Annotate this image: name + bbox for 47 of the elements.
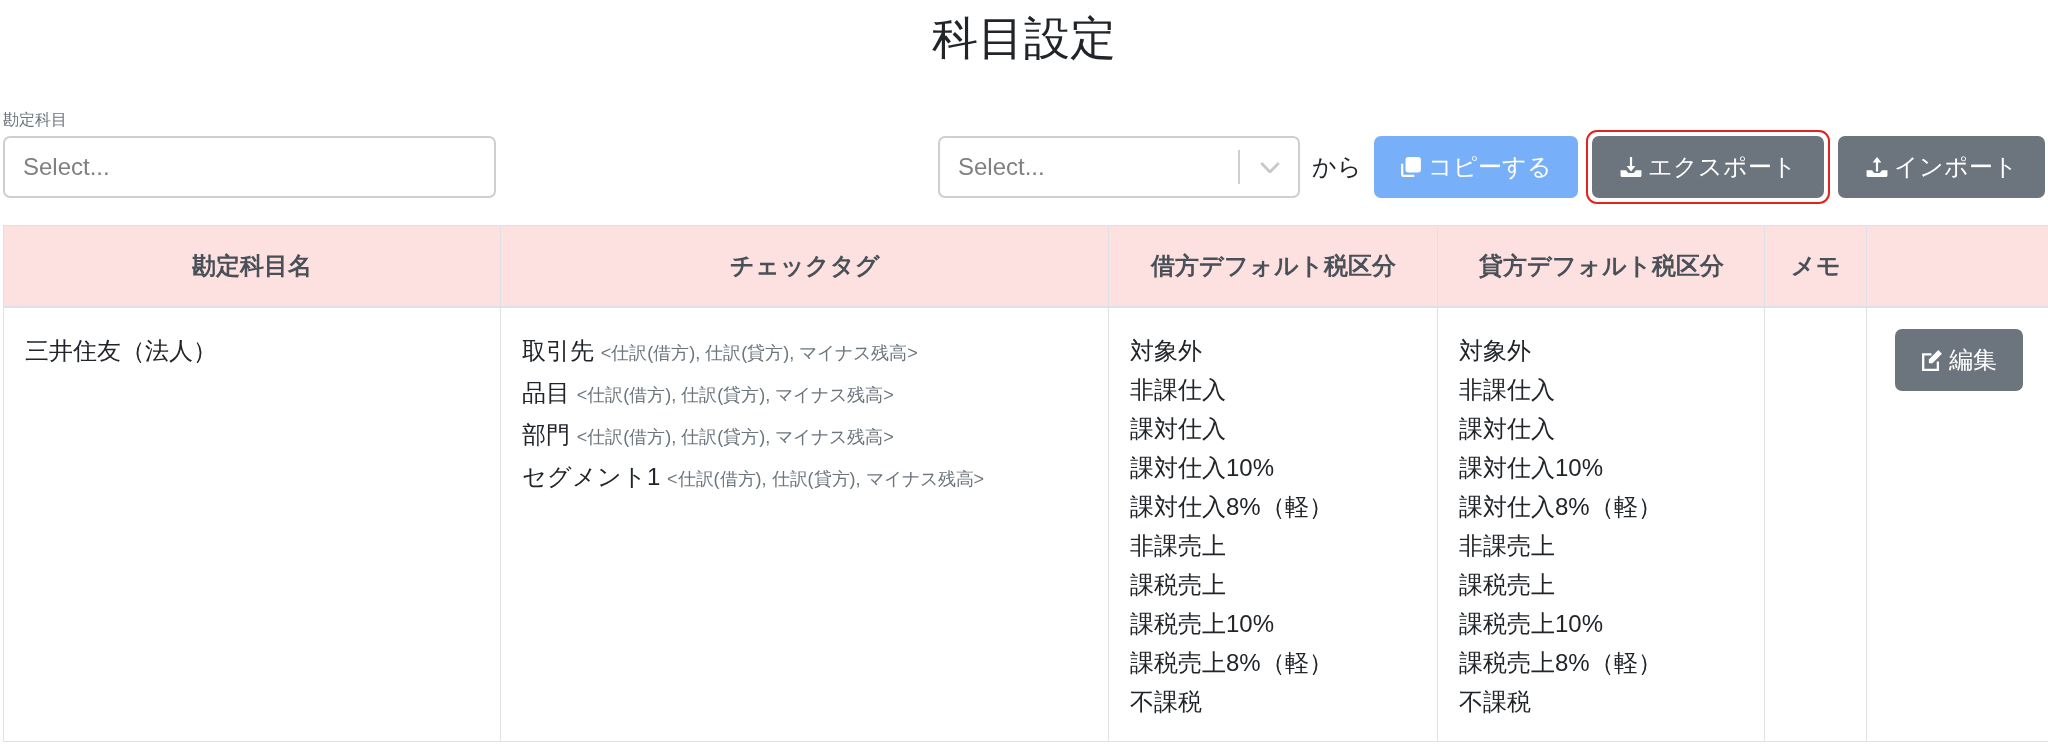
tax-category: 課対仕入 [1130, 415, 1226, 442]
upload-icon [1865, 156, 1888, 178]
tax-category: 課対仕入8%（軽） [1130, 493, 1333, 520]
account-select[interactable]: Select... [3, 136, 496, 198]
tax-category: 課税売上 [1130, 571, 1226, 598]
tag-targets: <仕訳(借方), 仕訳(貸方), マイナス残高> [576, 385, 894, 405]
tax-category: 課対仕入10% [1130, 454, 1275, 481]
tax-category: 課税売上10% [1130, 610, 1275, 637]
tax-category: 課対仕入10% [1459, 454, 1604, 481]
source-select[interactable]: Select... [938, 136, 1300, 198]
copy-icon [1400, 156, 1422, 178]
tax-category: 非課仕入 [1459, 376, 1555, 403]
tax-category: 非課売上 [1130, 532, 1226, 559]
tax-category: 不課税 [1130, 688, 1202, 715]
tag-targets: <仕訳(借方), 仕訳(貸方), マイナス残高> [667, 469, 985, 489]
column-header: 勘定科目名 [3, 225, 501, 307]
from-label: から [1312, 152, 1362, 182]
tax-category: 課税売上8%（軽） [1459, 649, 1662, 676]
column-header: メモ [1764, 225, 1867, 307]
account-name: 三井住友（法人） [25, 337, 217, 364]
tag-targets: <仕訳(借方), 仕訳(貸方), マイナス残高> [576, 427, 894, 447]
tax-category: 課対仕入 [1459, 415, 1555, 442]
tax-category: 対象外 [1130, 337, 1202, 364]
column-header: 貸方デフォルト税区分 [1437, 225, 1765, 307]
tax-category: 課税売上10% [1459, 610, 1604, 637]
field-label: 勘定科目 [3, 110, 67, 130]
page-title: 科目設定 [932, 12, 1116, 64]
tag-name: 取引先 [522, 337, 594, 364]
tag-name: 品目 [522, 379, 570, 406]
tax-category: 課税売上 [1459, 571, 1555, 598]
column-header: チェックタグ [500, 225, 1109, 307]
tax-category: 対象外 [1459, 337, 1531, 364]
column-header: 借方デフォルト税区分 [1108, 225, 1438, 307]
tag-targets: <仕訳(借方), 仕訳(貸方), マイナス残高> [600, 343, 918, 363]
export-button[interactable]: エクスポート [1592, 136, 1824, 198]
chevron-down-icon [1260, 161, 1280, 173]
tax-category: 課対仕入8%（軽） [1459, 493, 1662, 520]
tag-name: セグメント1 [522, 463, 661, 490]
tax-category: 不課税 [1459, 688, 1531, 715]
edit-button[interactable]: 編集 [1895, 329, 2023, 391]
edit-icon [1921, 349, 1943, 371]
tax-category: 非課売上 [1459, 532, 1555, 559]
download-icon [1619, 156, 1642, 178]
import-button[interactable]: インポート [1838, 136, 2045, 198]
tax-category: 非課仕入 [1130, 376, 1226, 403]
tag-name: 部門 [522, 421, 570, 448]
tax-category: 課税売上8%（軽） [1130, 649, 1333, 676]
